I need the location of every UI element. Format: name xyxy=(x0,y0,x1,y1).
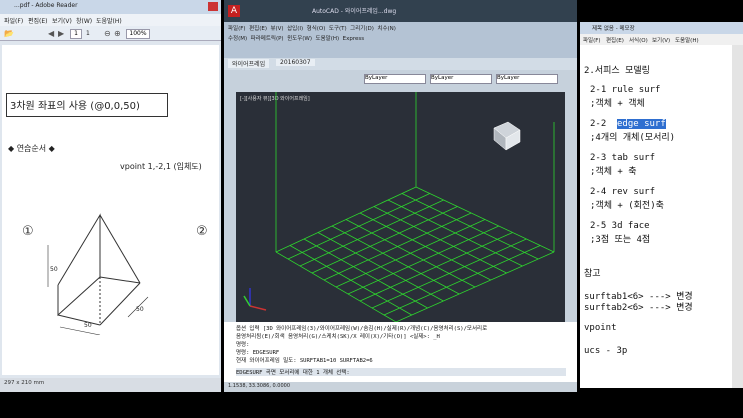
note-line[interactable]: 참고 xyxy=(584,266,601,279)
note-line[interactable]: 2-5 3d face xyxy=(590,221,650,231)
note-menu-view[interactable]: 보기(V) xyxy=(652,36,670,44)
layer-linetype-dropdown[interactable]: ByLayer xyxy=(430,74,492,84)
window-close-icon[interactable] xyxy=(208,2,218,11)
notepad-window: 제목 없음 - 메모장 파일(F) 편집(E) 서식(O) 보기(V) 도움말(… xyxy=(580,22,743,388)
vpoint-note: vpoint 1,-2,1 (입체도) xyxy=(120,162,202,171)
cad-menu-view[interactable]: 뷰(V) xyxy=(270,26,283,32)
page-total: 1 xyxy=(86,30,90,37)
cad-menu-window[interactable]: 윈도우(W) xyxy=(287,36,312,42)
pdf-menu-file[interactable]: 파일(F) xyxy=(4,16,23,25)
note-menu-edit[interactable]: 편집(E) xyxy=(606,36,624,44)
grid-line xyxy=(359,232,513,302)
grid-line xyxy=(415,186,555,253)
page-heading: 3차원 좌표의 사용 (@0,0,50) xyxy=(10,101,140,112)
right-tool-palette[interactable] xyxy=(565,92,577,322)
command-history-line-5: 현재 와이어프레임 밀도: SURFTAB1=10 SURFTAB2=6 xyxy=(236,358,373,364)
note-line[interactable]: 2-1 rule surf xyxy=(590,85,660,95)
practice-label: ◆ 연습순서 ◆ xyxy=(8,144,55,153)
cad-menu-format[interactable]: 형식(O) xyxy=(307,26,326,32)
autocad-menu-bar: 파일(F) 편집(E) 뷰(V) 삽입(I) 형식(O) 도구(T) 그리기(D… xyxy=(228,24,573,54)
command-history-line-2: 음영처리됨(E)/회색 음영처리(G)/스케치(SK)/X 레이(X)/기타(O… xyxy=(236,334,440,340)
note-line[interactable]: 2.서피스 모델링 xyxy=(584,63,650,76)
grid-line xyxy=(371,238,527,309)
note-line[interactable]: 2-3 tab surf xyxy=(590,153,655,163)
cad-menu-express[interactable]: Express xyxy=(343,36,364,42)
note-line[interactable]: surftab2<6> ---> 변경 xyxy=(584,300,693,313)
prev-page-icon[interactable]: ◀ xyxy=(48,29,54,38)
wedge-drawing xyxy=(47,213,149,335)
page-number-field[interactable]: 1 xyxy=(70,29,82,39)
note-line[interactable]: ;3점 또는 4점 xyxy=(590,232,650,245)
note-menu-file[interactable]: 파일(F) xyxy=(583,36,601,44)
autocad-logo-icon[interactable]: A xyxy=(228,5,240,17)
ucs-icon xyxy=(243,288,267,311)
zoom-field[interactable]: 100% xyxy=(126,29,150,39)
note-menu-format[interactable]: 서식(O) xyxy=(629,36,648,44)
open-icon[interactable]: 📂 xyxy=(4,29,14,38)
zoom-in-icon[interactable]: ⊕ xyxy=(114,29,121,38)
cad-menu-dimension[interactable]: 치수(N) xyxy=(377,26,396,32)
command-history-line-1: 옵션 입력 [3D 와이어프레임(3)/와이어프레임(W)/숨김(H)/실제(R… xyxy=(236,326,488,332)
notepad-scrollbar[interactable] xyxy=(732,45,743,388)
note-line[interactable]: ;객체 + 축 xyxy=(590,164,637,177)
zoom-out-icon[interactable]: ⊖ xyxy=(104,29,111,38)
note-line[interactable]: 2-4 rev surf xyxy=(590,187,655,197)
dim-height: 50 xyxy=(50,266,58,273)
step-marker-2: ② xyxy=(196,224,208,239)
bottom-letterbox xyxy=(0,392,743,418)
step-marker-1: ① xyxy=(22,224,34,239)
command-input-field[interactable]: EDGESURF 곡면 모서리에 대한 1 개체 선택: xyxy=(236,368,566,376)
nav-cube-icon xyxy=(493,121,521,151)
cad-menu-file[interactable]: 파일(F) xyxy=(228,26,246,32)
pdf-menu-view[interactable]: 보기(V) xyxy=(52,16,72,25)
wedge-top-edge xyxy=(99,214,141,284)
layer-lineweight-dropdown[interactable]: ByLayer xyxy=(496,74,558,84)
grid-line xyxy=(359,212,491,281)
grid-line xyxy=(347,225,499,295)
grid-line xyxy=(373,206,507,274)
cad-menu-help[interactable]: 도움말(H) xyxy=(316,36,340,42)
layer-color-dropdown[interactable]: ByLayer xyxy=(364,74,426,84)
cad-menu-insert[interactable]: 삽입(I) xyxy=(287,26,303,32)
note-line[interactable]: ;4개의 개체(모서리) xyxy=(590,130,675,143)
note-menu-help[interactable]: 도움말(H) xyxy=(675,36,699,44)
dim-left: 50 xyxy=(84,322,92,329)
cad-menu-edit[interactable]: 편집(E) xyxy=(249,26,267,32)
cad-menu-tools[interactable]: 도구(T) xyxy=(329,26,347,32)
grid-line xyxy=(335,219,486,288)
page-size-readout: 297 x 210 mm xyxy=(4,380,45,386)
wedge-front-face xyxy=(57,213,101,317)
dim-right: 50 xyxy=(136,306,144,313)
notepad-title: 제목 없음 - 메모장 xyxy=(592,26,635,32)
autocad-window-title: AutoCAD - 와이어프레임...dwg xyxy=(312,8,397,15)
grid-line xyxy=(387,199,523,267)
pdf-menu-window[interactable]: 창(W) xyxy=(76,16,92,25)
pdf-viewer-window: ...pdf - Adobe Reader 파일(F) 편집(E) 보기(V) … xyxy=(0,0,221,392)
note-line[interactable]: ucs - 3p xyxy=(584,346,627,356)
autocad-title-bar xyxy=(224,0,577,22)
pdf-menu-edit[interactable]: 편집(E) xyxy=(28,16,48,25)
cad-menu-modify[interactable]: 수정(M) xyxy=(228,36,247,42)
grid-line xyxy=(383,245,541,316)
coordinate-readout: 1.1538, 33.3086, 0.0000 xyxy=(228,383,291,389)
next-page-icon[interactable]: ▶ xyxy=(58,29,64,38)
cad-menu-parametric[interactable]: 파라메트릭(P) xyxy=(251,36,284,42)
tab-wireframe[interactable]: 와이어프레임 xyxy=(228,59,270,68)
command-history-line-4: 명령: EDGESURF xyxy=(236,350,280,356)
note-line[interactable]: 2-2 xyxy=(590,119,606,129)
tab-date[interactable]: 20160307 xyxy=(276,59,315,66)
note-line[interactable]: ;객체 + (회전)축 xyxy=(590,198,664,211)
note-line[interactable]: ;객체 + 객체 xyxy=(590,96,645,109)
command-history-line-3: 명령: xyxy=(236,342,250,348)
wireframe-grid xyxy=(243,92,555,322)
autocad-window: 파일(F) 편집(E) 뷰(V) 삽입(I) 형식(O) 도구(T) 그리기(D… xyxy=(224,22,577,392)
cad-menu-draw[interactable]: 그리기(D) xyxy=(350,26,374,32)
pdf-window-title: ...pdf - Adobe Reader xyxy=(14,2,78,9)
note-line[interactable]: vpoint xyxy=(584,323,617,333)
left-tool-palette[interactable] xyxy=(224,92,236,322)
selected-text[interactable]: edge surf xyxy=(617,119,666,129)
pdf-menu-help[interactable]: 도움말(H) xyxy=(96,16,122,25)
grid-line xyxy=(401,193,539,260)
